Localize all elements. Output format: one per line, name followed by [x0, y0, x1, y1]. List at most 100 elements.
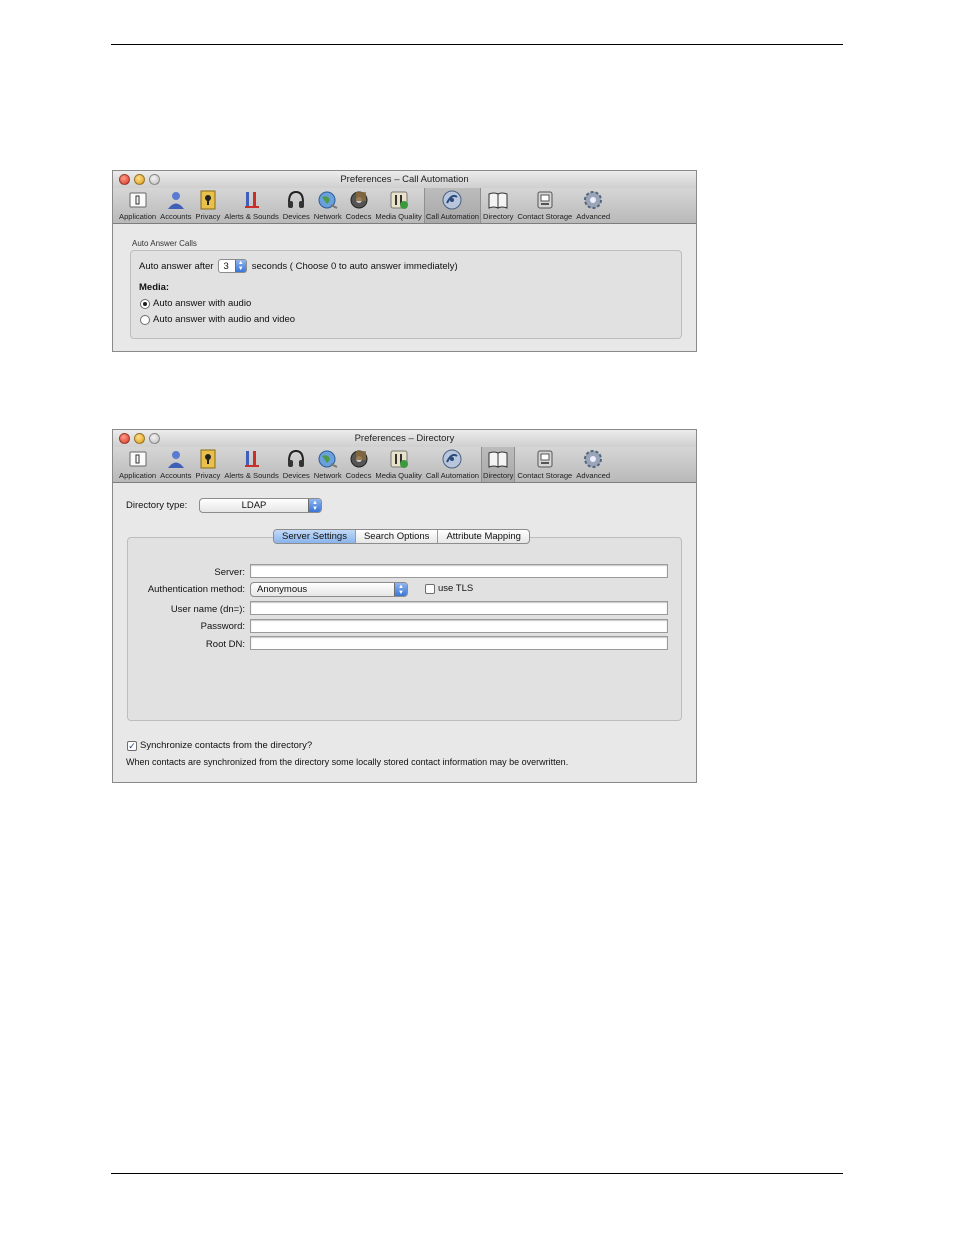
- advanced-gear-icon: [582, 448, 604, 470]
- password-input[interactable]: [250, 619, 668, 633]
- advanced-gear-icon: [582, 189, 604, 211]
- directory-pane: Directory type: LDAP ▲ ▼ Server Settings S…: [113, 483, 696, 782]
- toolbar-item-alerts-sounds[interactable]: Alerts & Sounds: [222, 188, 280, 223]
- auth-method-popup[interactable]: Anonymous ▲ ▼: [250, 582, 408, 597]
- toolbar-item-label: Accounts: [160, 212, 192, 221]
- directory-window: Preferences – Directory Application Accou…: [112, 429, 697, 783]
- toolbar-item-call-automation[interactable]: Call Automation: [423, 188, 482, 223]
- stepper-arrows-icon[interactable]: ▲ ▼: [234, 260, 246, 272]
- directory-type-label: Directory type:: [126, 500, 188, 511]
- contact-storage-icon: [534, 189, 556, 211]
- window-title: Preferences – Directory: [354, 433, 455, 444]
- toolbar-item-label: Application: [119, 471, 157, 480]
- toolbar-item-network[interactable]: Network: [312, 188, 344, 223]
- use-tls-option[interactable]: use TLS: [425, 583, 473, 594]
- minimize-button[interactable]: [134, 433, 145, 444]
- sync-checkbox[interactable]: ✓: [127, 740, 137, 751]
- zoom-button[interactable]: [149, 174, 160, 185]
- toolbar-item-call-automation[interactable]: Call Automation: [424, 447, 481, 482]
- toolbar-item-media-quality[interactable]: Media Quality: [373, 188, 423, 223]
- window-title: Preferences – Call Automation: [340, 174, 469, 185]
- toolbar-item-label: Contact Storage: [517, 212, 573, 221]
- toolbar-item-privacy[interactable]: Privacy: [193, 188, 222, 223]
- toolbar-item-accounts[interactable]: Accounts: [158, 188, 193, 223]
- radio-audio-video-label: Auto answer with audio and video: [153, 314, 296, 325]
- call-automation-icon: [441, 448, 463, 470]
- username-label: User name (dn=):: [170, 604, 245, 615]
- toolbar-item-label: Network: [313, 471, 342, 480]
- codecs-film-icon: [348, 448, 370, 470]
- accounts-icon: [165, 448, 187, 470]
- headset-icon: [285, 448, 307, 470]
- toolbar-item-accounts[interactable]: Accounts: [158, 447, 193, 482]
- toolbar-item-label: Media Quality: [375, 471, 422, 480]
- group-title: Auto Answer Calls: [132, 239, 197, 248]
- toolbar-item-label: Application: [119, 212, 157, 221]
- headset-icon: [285, 189, 307, 211]
- toolbar-item-devices[interactable]: Devices: [281, 447, 312, 482]
- toolbar-item-label: Network: [313, 212, 342, 221]
- username-input[interactable]: [250, 601, 668, 615]
- directory-type-value: LDAP: [241, 500, 267, 511]
- radio-audio[interactable]: [140, 298, 150, 309]
- server-input[interactable]: [250, 564, 668, 578]
- close-button[interactable]: [119, 174, 130, 185]
- sync-option[interactable]: ✓ Synchronize contacts from the director…: [127, 740, 312, 751]
- toolbar-item-devices[interactable]: Devices: [281, 188, 312, 223]
- toolbar-item-contact-storage[interactable]: Contact Storage: [515, 188, 574, 223]
- minimize-button[interactable]: [134, 174, 145, 185]
- privacy-icon: [197, 189, 219, 211]
- toolbar-item-label: Alerts & Sounds: [224, 471, 279, 480]
- radio-option-audio-video[interactable]: Auto answer with audio and video: [140, 314, 295, 325]
- toolbar-item-codecs[interactable]: Codecs: [344, 188, 374, 223]
- application-icon: [127, 448, 149, 470]
- toolbar-item-advanced[interactable]: Advanced: [574, 188, 612, 223]
- zoom-button[interactable]: [149, 433, 160, 444]
- toolbar-item-application[interactable]: Application: [117, 447, 158, 482]
- root-dn-label: Root DN:: [205, 639, 245, 650]
- toolbar-item-directory[interactable]: Directory: [481, 188, 515, 223]
- toolbar-item-label: Devices: [282, 212, 310, 221]
- auto-answer-label: Auto answer after: [139, 260, 214, 272]
- contact-storage-icon: [534, 448, 556, 470]
- tab-server-settings[interactable]: Server Settings: [274, 530, 356, 543]
- directory-type-popup[interactable]: LDAP ▲ ▼: [199, 498, 322, 513]
- sync-note: When contacts are synchronized from the …: [126, 757, 569, 767]
- toolbar-item-label: Codecs: [345, 212, 372, 221]
- radio-option-audio[interactable]: Auto answer with audio: [140, 298, 251, 309]
- directory-book-icon: [487, 448, 509, 470]
- root-dn-input[interactable]: [250, 636, 668, 650]
- radio-audio-video[interactable]: [140, 314, 150, 325]
- seconds-hint: seconds ( Choose 0 to auto answer immedi…: [251, 260, 458, 272]
- toolbar-item-label: Codecs: [345, 471, 372, 480]
- seconds-stepper[interactable]: 3 ▲ ▼: [218, 259, 247, 273]
- preferences-toolbar: Application Accounts Privacy Alerts & Sound…: [113, 447, 696, 483]
- toolbar-item-network[interactable]: Network: [312, 447, 344, 482]
- media-quality-icon: [388, 189, 410, 211]
- alerts-sounds-icon: [241, 448, 263, 470]
- toolbar-item-alerts-sounds[interactable]: Alerts & Sounds: [222, 447, 280, 482]
- toolbar-item-privacy[interactable]: Privacy: [193, 447, 222, 482]
- window-controls: [119, 174, 160, 185]
- toolbar-item-codecs[interactable]: Codecs: [344, 447, 374, 482]
- toolbar-item-label: Call Automation: [425, 471, 480, 480]
- password-label: Password:: [200, 621, 245, 632]
- toolbar-item-label: Advanced: [576, 212, 611, 221]
- footer-rule: [111, 1173, 843, 1174]
- toolbar-item-contact-storage[interactable]: Contact Storage: [515, 447, 574, 482]
- codecs-film-icon: [348, 189, 370, 211]
- sync-label: Synchronize contacts from the directory?: [140, 740, 313, 751]
- toolbar-item-application[interactable]: Application: [117, 188, 158, 223]
- use-tls-checkbox[interactable]: [425, 583, 435, 594]
- title-bar: Preferences – Call Automation: [113, 171, 696, 188]
- toolbar-item-label: Call Automation: [425, 212, 480, 221]
- tab-search-options[interactable]: Search Options: [356, 530, 439, 543]
- tab-attribute-mapping[interactable]: Attribute Mapping: [438, 530, 528, 543]
- toolbar-item-advanced[interactable]: Advanced: [574, 447, 612, 482]
- toolbar-item-label: Directory: [483, 212, 514, 221]
- toolbar-item-directory[interactable]: Directory: [481, 447, 516, 482]
- directory-book-icon: [487, 189, 509, 211]
- toolbar-item-label: Directory: [483, 471, 514, 480]
- close-button[interactable]: [119, 433, 130, 444]
- toolbar-item-media-quality[interactable]: Media Quality: [373, 447, 423, 482]
